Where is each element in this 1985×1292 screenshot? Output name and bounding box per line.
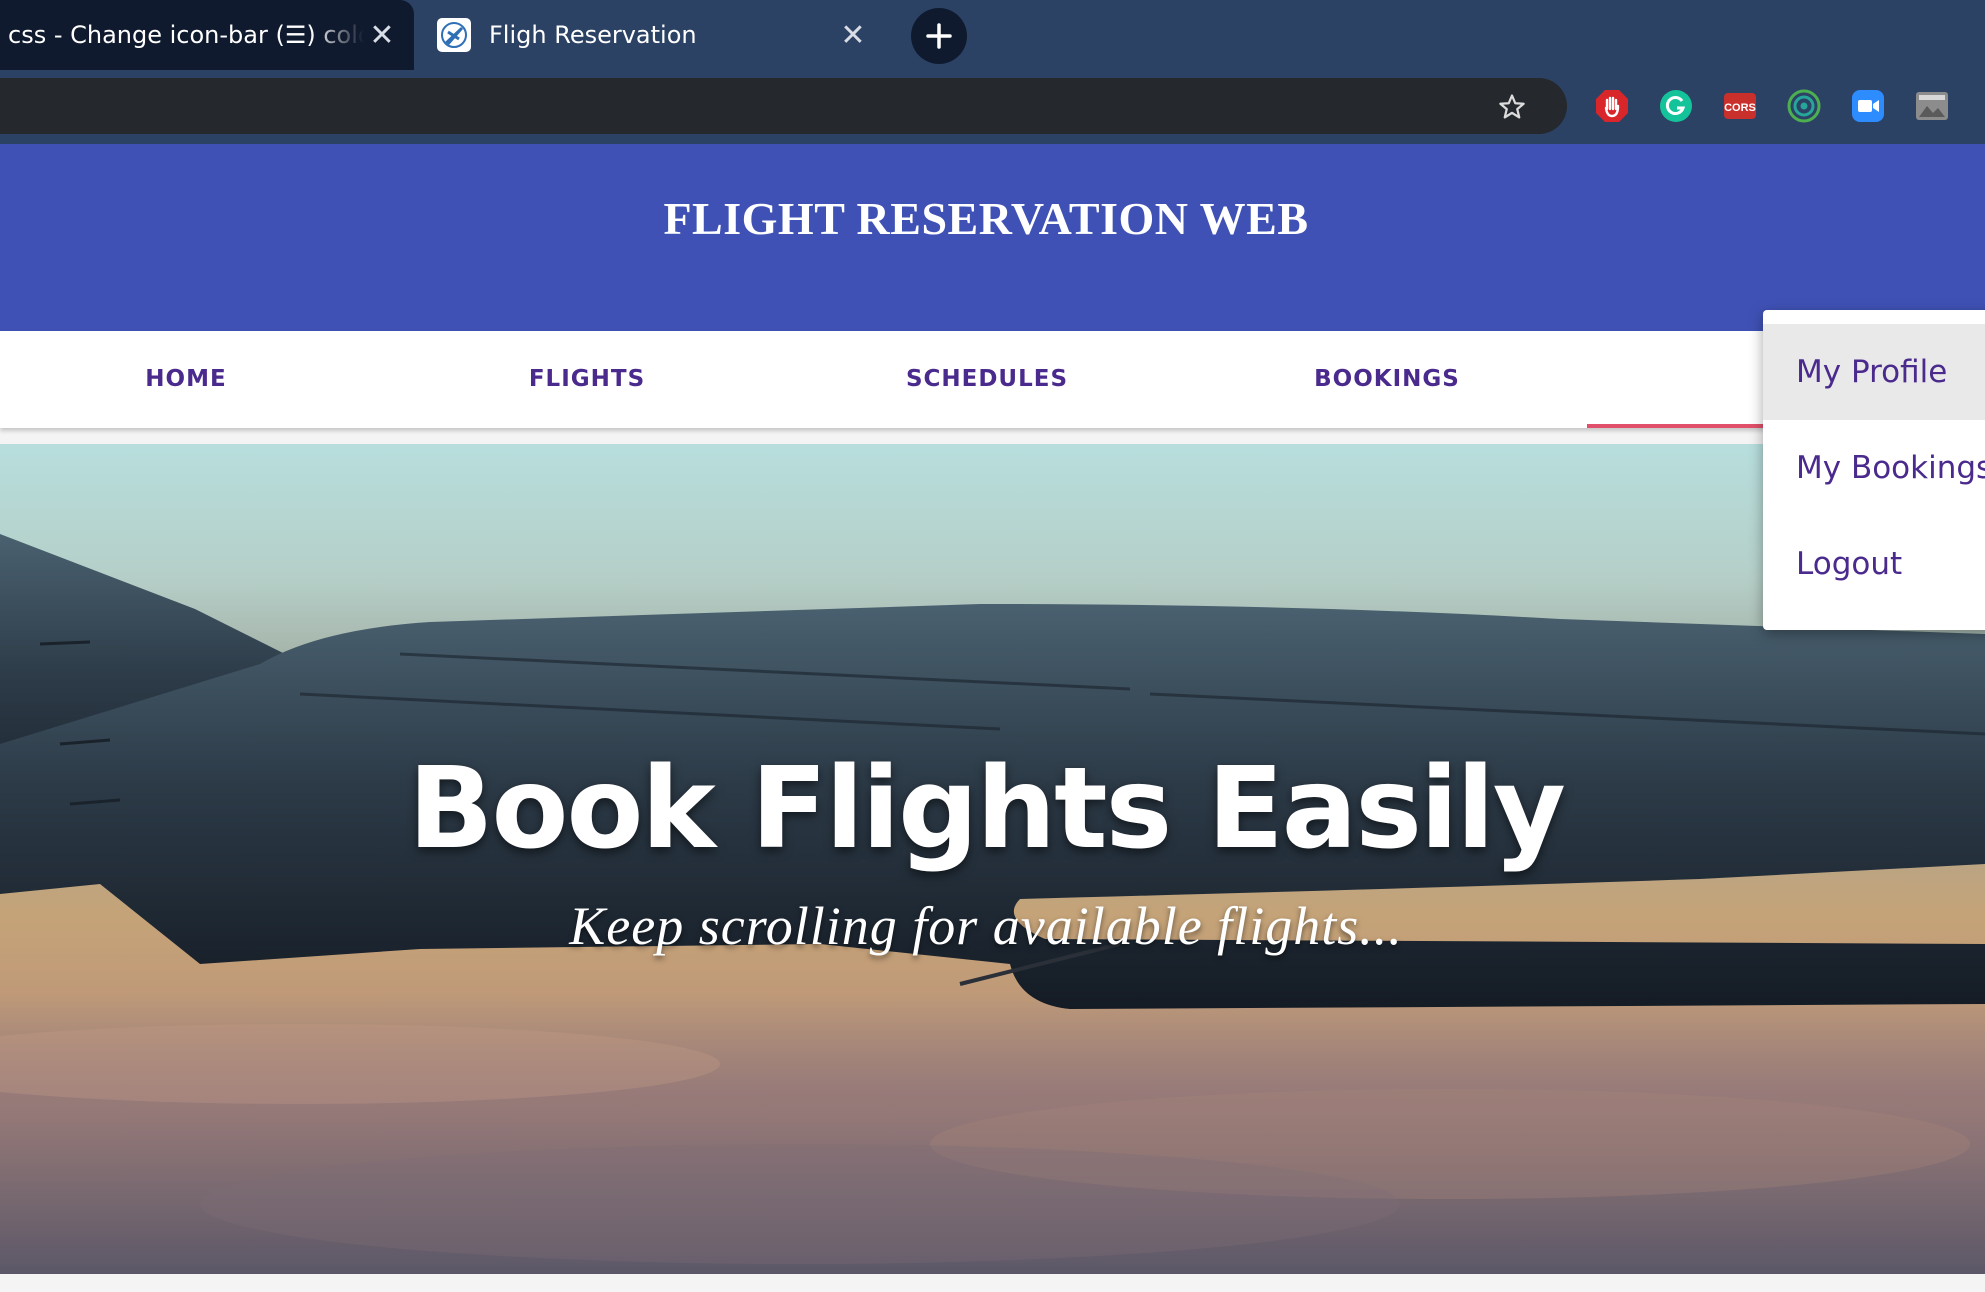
nav-flights[interactable]: FLIGHTS [487,331,687,428]
browser-tab-css[interactable]: css - Change icon-bar (☰) colo ✕ [0,0,414,70]
nav-schedules[interactable]: SCHEDULES [887,331,1087,428]
cors-label: CORS [1724,102,1756,114]
airplane-favicon-icon [437,18,471,52]
main-nav: HOME FLIGHTS SCHEDULES BOOKINGS [0,331,1985,428]
browser-tab-strip: css - Change icon-bar (☰) colo ✕ Fligh R… [0,0,1985,70]
menu-item-my-profile[interactable]: My Profile [1763,324,1985,420]
bookmark-star-icon[interactable] [1492,87,1532,127]
browser-toolbar: CORS [0,70,1985,144]
zoom-icon[interactable] [1850,88,1886,124]
image-icon[interactable] [1914,88,1950,124]
cors-icon[interactable]: CORS [1722,88,1758,124]
nav-home[interactable]: HOME [86,331,286,428]
address-bar[interactable] [0,78,1567,134]
site-title: FLIGHT RESERVATION WEB [663,193,1309,244]
close-tab-icon[interactable]: ✕ [835,17,871,53]
menu-item-my-bookings[interactable]: My Bookings [1763,420,1985,516]
hero-title: Book Flights Easily [408,744,1566,874]
hero-subtitle: Keep scrolling for available flights... [569,896,1403,956]
hero-banner: Book Flights Easily Keep scrolling for a… [0,444,1985,1274]
nav-bookings[interactable]: BOOKINGS [1287,331,1487,428]
active-tab-indicator [1587,424,1787,428]
site-header: FLIGHT RESERVATION WEB [0,144,1985,331]
target-icon[interactable] [1786,88,1822,124]
close-tab-icon[interactable]: ✕ [364,17,400,53]
menu-item-logout[interactable]: Logout [1763,516,1985,612]
adblock-icon[interactable] [1594,88,1630,124]
tab-title: css - Change icon-bar (☰) colo [8,21,364,49]
plus-icon [926,23,952,49]
new-tab-button[interactable] [911,8,967,64]
tab-title: Fligh Reservation [489,21,697,49]
grammarly-icon[interactable] [1658,88,1694,124]
profile-dropdown-menu: My Profile My Bookings Logout [1763,310,1985,630]
browser-tab-flight-reservation[interactable]: Fligh Reservation ✕ [425,0,885,70]
